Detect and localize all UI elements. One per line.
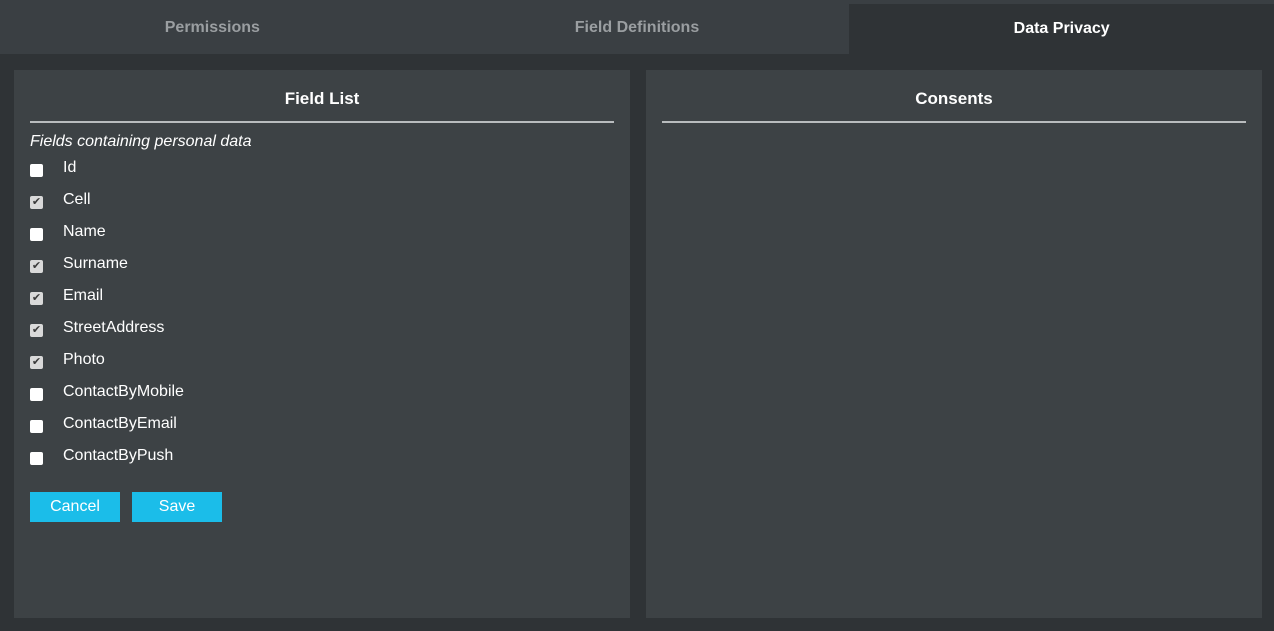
field-label: Name	[63, 223, 106, 240]
field-checkbox[interactable]	[30, 451, 43, 465]
field-label: ContactByPush	[63, 447, 174, 464]
field-label: Cell	[63, 191, 91, 208]
checkmark-icon: ✔	[31, 259, 42, 272]
tab-data-privacy[interactable]: Data Privacy	[849, 4, 1274, 54]
field-checkbox-list: Id ✔ Cell Name ✔ Surname ✔ Email ✔ StreetAddress ✔…	[30, 152, 614, 472]
field-checkbox[interactable]: ✔	[30, 323, 43, 337]
field-row[interactable]: ✔ Surname	[30, 248, 614, 280]
field-checkbox[interactable]: ✔	[30, 291, 43, 305]
field-row[interactable]: ContactByMobile	[30, 376, 614, 408]
checkmark-icon: ✔	[31, 355, 42, 368]
tab-permissions[interactable]: Permissions	[0, 0, 425, 54]
field-row[interactable]: ✔ StreetAddress	[30, 312, 614, 344]
field-list-panel: Field List Fields containing personal da…	[14, 70, 630, 618]
field-label: Id	[63, 159, 77, 176]
save-button[interactable]: Save	[132, 492, 222, 522]
field-label: Surname	[63, 255, 128, 272]
field-label: Photo	[63, 351, 105, 368]
field-list-subtitle: Fields containing personal data	[30, 133, 252, 150]
form-buttons: Cancel Save	[30, 492, 614, 522]
field-label: Email	[63, 287, 104, 304]
field-checkbox[interactable]	[30, 163, 43, 177]
field-checkbox[interactable]: ✔	[30, 259, 43, 273]
cancel-button[interactable]: Cancel	[30, 492, 120, 522]
field-label: ContactByMobile	[63, 383, 184, 400]
field-row[interactable]: ContactByEmail	[30, 408, 614, 440]
field-checkbox[interactable]	[30, 227, 43, 241]
field-checkbox[interactable]	[30, 419, 43, 433]
field-checkbox[interactable]	[30, 387, 43, 401]
field-checkbox[interactable]: ✔	[30, 355, 43, 369]
checkmark-icon: ✔	[31, 291, 42, 304]
tab-field-definitions[interactable]: Field Definitions	[425, 0, 850, 54]
consents-title: Consents	[662, 70, 1246, 123]
field-list-title: Field List	[30, 70, 614, 123]
field-row[interactable]: Id	[30, 152, 614, 184]
field-row[interactable]: ✔ Photo	[30, 344, 614, 376]
tab-bar: Permissions Field Definitions Data Priva…	[0, 0, 1274, 54]
checkmark-icon: ✔	[31, 195, 42, 208]
field-row[interactable]: Name	[30, 216, 614, 248]
field-label: StreetAddress	[63, 319, 165, 336]
checkmark-icon: ✔	[31, 323, 42, 336]
field-row[interactable]: ContactByPush	[30, 440, 614, 472]
consents-panel: Consents	[646, 70, 1262, 618]
field-label: ContactByEmail	[63, 415, 177, 432]
field-row[interactable]: ✔ Cell	[30, 184, 614, 216]
field-row[interactable]: ✔ Email	[30, 280, 614, 312]
field-checkbox[interactable]: ✔	[30, 195, 43, 209]
